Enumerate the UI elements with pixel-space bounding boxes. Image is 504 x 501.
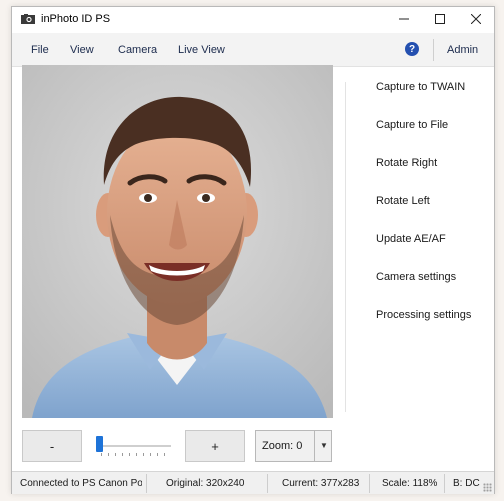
capture-to-file-button[interactable]: Capture to File (376, 119, 448, 131)
camera-app-icon (21, 14, 35, 24)
status-separator (444, 474, 445, 493)
status-current-size: Current: 377x283 (282, 478, 360, 489)
zoom-slider-thumb[interactable] (96, 436, 103, 452)
menu-live-view[interactable]: Live View (178, 44, 225, 56)
processing-settings-button[interactable]: Processing settings (376, 309, 471, 321)
camera-settings-button[interactable]: Camera settings (376, 271, 456, 283)
close-button[interactable] (458, 7, 494, 31)
status-separator (267, 474, 268, 493)
window-title: inPhoto ID PS (41, 13, 111, 25)
menu-admin[interactable]: Admin (447, 44, 478, 56)
status-mode: B: DC (453, 478, 480, 489)
panel-divider (345, 82, 346, 412)
help-icon[interactable]: ? (405, 42, 419, 56)
zoom-in-button[interactable]: + (185, 430, 245, 462)
chevron-down-icon[interactable]: ▼ (320, 441, 328, 450)
rotate-left-button[interactable]: Rotate Left (376, 195, 430, 207)
menu-view[interactable]: View (70, 44, 94, 56)
portrait-photo (22, 65, 333, 418)
status-connection: Connected to PS Canon Po (20, 478, 142, 489)
menu-file[interactable]: File (31, 44, 49, 56)
status-original-size: Original: 320x240 (166, 478, 245, 489)
zoom-slider[interactable] (95, 432, 175, 460)
live-view-preview[interactable] (22, 65, 333, 418)
resize-grip[interactable] (483, 483, 492, 492)
zoom-slider-track (97, 445, 171, 447)
zoom-dropdown-separator (314, 431, 315, 461)
close-icon (471, 14, 481, 24)
minimize-button[interactable] (386, 7, 422, 31)
zoom-out-button[interactable]: - (22, 430, 82, 462)
app-window: inPhoto ID PS File View Camera Live View… (11, 6, 495, 494)
menu-separator (433, 39, 434, 61)
zoom-value: Zoom: 0 (262, 440, 303, 452)
capture-to-twain-button[interactable]: Capture to TWAIN (376, 81, 465, 93)
rotate-right-button[interactable]: Rotate Right (376, 157, 437, 169)
zoom-slider-ticks (101, 453, 171, 456)
status-bar: Connected to PS Canon Po Original: 320x2… (12, 471, 494, 494)
status-scale: Scale: 118% (382, 478, 438, 489)
status-separator (146, 474, 147, 493)
maximize-button[interactable] (422, 7, 458, 31)
status-separator (369, 474, 370, 493)
menu-camera[interactable]: Camera (118, 44, 157, 56)
menu-bar: File View Camera Live View ? Admin (12, 33, 494, 67)
minimize-icon (399, 18, 409, 20)
maximize-icon (435, 14, 445, 24)
zoom-dropdown[interactable]: Zoom: 0 ▼ (255, 430, 332, 462)
update-ae-af-button[interactable]: Update AE/AF (376, 233, 446, 245)
title-bar: inPhoto ID PS (12, 7, 494, 31)
